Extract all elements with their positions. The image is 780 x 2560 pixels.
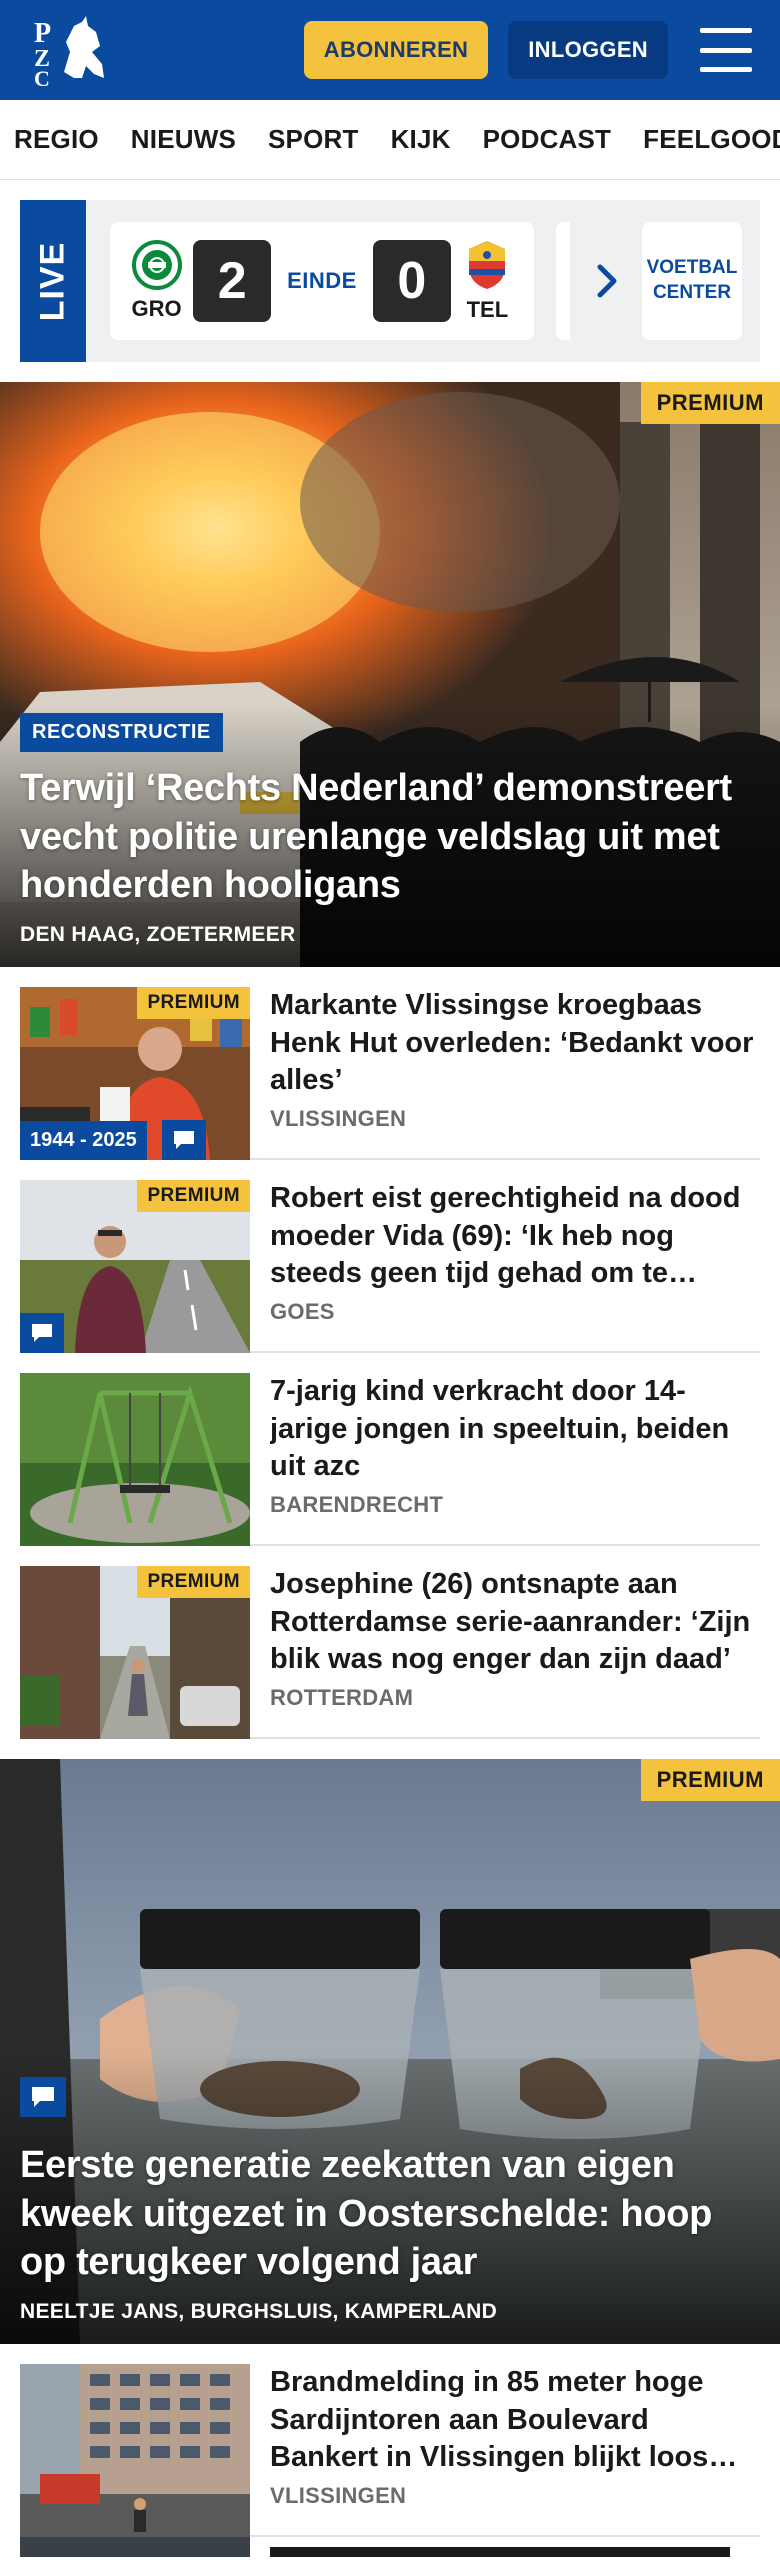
away-team-name: TEL bbox=[466, 297, 509, 322]
article-thumbnail bbox=[20, 2537, 250, 2557]
article-thumbnail: PREMIUM bbox=[20, 1180, 250, 1353]
article-title[interactable]: Robert eist gerechtigheid na dood moeder… bbox=[270, 1180, 760, 1293]
match-card[interactable]: GRO 2 EINDE 0 TEL bbox=[110, 222, 534, 340]
next-match-card[interactable] bbox=[556, 222, 570, 340]
subscribe-button[interactable]: ABONNEREN bbox=[303, 21, 489, 79]
nav-item-regio[interactable]: REGIO bbox=[14, 124, 99, 155]
nav-item-podcast[interactable]: PODCAST bbox=[483, 124, 612, 155]
article-body: 7-jarig kind verkracht door 14-jarige jo… bbox=[250, 1373, 760, 1524]
nav-item-kijk[interactable]: KIJK bbox=[391, 124, 451, 155]
header-actions: ABONNEREN INLOGGEN bbox=[303, 21, 752, 79]
article-body: Brandmelding in 85 meter hoge Sardijntor… bbox=[250, 2364, 760, 2515]
list-item[interactable]: PREMIUM 1944 - 2025 Markante Vlissingse … bbox=[20, 987, 760, 1160]
premium-badge: PREMIUM bbox=[137, 987, 250, 1019]
premium-badge: PREMIUM bbox=[137, 1566, 250, 1598]
article-location: BARENDRECHT bbox=[270, 1492, 444, 1518]
away-team: TEL bbox=[461, 239, 514, 323]
groningen-crest-icon bbox=[131, 240, 182, 290]
svg-text:P: P bbox=[34, 18, 51, 49]
playground-image bbox=[20, 1373, 250, 1546]
article-label: RECONSTRUCTIE bbox=[20, 713, 223, 753]
article-title[interactable]: Markante Vlissingse kroegbaas Henk Hut o… bbox=[270, 987, 760, 1100]
premium-badge: PREMIUM bbox=[137, 1180, 250, 1212]
article-body: Markante Vlissingse kroegbaas Henk Hut o… bbox=[250, 987, 760, 1138]
article-title[interactable]: Brandmelding in 85 meter hoge Sardijntor… bbox=[270, 2364, 760, 2477]
article-title-partial bbox=[270, 2547, 730, 2557]
pzc-logo-icon: P Z C bbox=[34, 16, 104, 88]
away-score: 0 bbox=[372, 240, 451, 322]
article-thumbnail: PREMIUM 1944 - 2025 bbox=[20, 987, 250, 1160]
article-thumbnail bbox=[20, 2364, 250, 2537]
home-score: 2 bbox=[193, 240, 272, 322]
comment-icon bbox=[20, 1313, 64, 1353]
home-team-name: GRO bbox=[131, 296, 182, 321]
pzc-logo[interactable]: P Z C bbox=[30, 12, 110, 88]
feature-article[interactable]: PREMIUM Eerste generatie zeekatten van e… bbox=[0, 1759, 780, 2344]
nav-item-sport[interactable]: SPORT bbox=[268, 124, 359, 155]
comment-icon bbox=[20, 2077, 66, 2117]
article-title[interactable]: 7-jarig kind verkracht door 14-jarige jo… bbox=[270, 1373, 760, 1486]
nav-item-nieuws[interactable]: NIEUWS bbox=[131, 124, 236, 155]
list-item[interactable]: PREMIUM Josephine (26) ontsnapte aan Rot… bbox=[20, 1566, 760, 1739]
lifespan-badge: 1944 - 2025 bbox=[20, 1121, 147, 1160]
hero-location: DEN HAAG, ZOETERMEER bbox=[20, 923, 296, 946]
hero-content: RECONSTRUCTIE Terwijl ‘Rechts Nederland’… bbox=[20, 713, 760, 947]
voetbal-center-link[interactable]: VOETBAL CENTER bbox=[642, 222, 742, 340]
scroll-right-chevron-icon[interactable] bbox=[588, 263, 628, 299]
next-list-item-partial bbox=[20, 2537, 760, 2557]
live-tag: LIVE bbox=[20, 200, 86, 362]
svg-text:C: C bbox=[34, 66, 50, 88]
hero-title[interactable]: Terwijl ‘Rechts Nederland’ demonstreert … bbox=[20, 764, 760, 909]
telstar-crest-icon bbox=[469, 241, 506, 289]
article-list-2: Brandmelding in 85 meter hoge Sardijntor… bbox=[0, 2364, 780, 2537]
hero-article[interactable]: PREMIUM RECONSTRUCTIE Terwijl ‘Rechts Ne… bbox=[0, 382, 780, 967]
premium-badge: PREMIUM bbox=[640, 1759, 780, 1801]
live-scores-strip: LIVE GRO 2 EINDE 0 TEL VOETBAL CENTER bbox=[20, 200, 760, 362]
list-item[interactable]: PREMIUM Robert eist gerechtigheid na doo… bbox=[20, 1180, 760, 1353]
article-location: GOES bbox=[270, 1299, 335, 1325]
article-location: VLISSINGEN bbox=[270, 1106, 407, 1132]
list-item[interactable]: 7-jarig kind verkracht door 14-jarige jo… bbox=[20, 1373, 760, 1546]
article-title[interactable]: Josephine (26) ontsnapte aan Rotterdamse… bbox=[270, 1566, 760, 1679]
article-body: Josephine (26) ontsnapte aan Rotterdamse… bbox=[250, 1566, 760, 1717]
tower-fire-image bbox=[20, 2364, 250, 2537]
site-header: P Z C ABONNEREN INLOGGEN bbox=[0, 0, 780, 100]
feature-location: NEELTJE JANS, BURGHSLUIS, KAMPERLAND bbox=[20, 2300, 498, 2323]
match-status: EINDE bbox=[287, 268, 357, 293]
home-team: GRO bbox=[130, 240, 183, 322]
premium-badge: PREMIUM bbox=[640, 382, 780, 424]
nav-item-feelgood[interactable]: FEELGOOD bbox=[643, 124, 780, 155]
comment-icon bbox=[162, 1120, 206, 1160]
feature-content: Eerste generatie zeekatten van eigen kwe… bbox=[20, 2141, 760, 2324]
feature-title[interactable]: Eerste generatie zeekatten van eigen kwe… bbox=[20, 2141, 760, 2286]
article-thumbnail: PREMIUM bbox=[20, 1566, 250, 1739]
list-item[interactable]: Brandmelding in 85 meter hoge Sardijntor… bbox=[20, 2364, 760, 2537]
article-location: VLISSINGEN bbox=[270, 2483, 407, 2509]
menu-icon[interactable] bbox=[700, 28, 752, 72]
login-button[interactable]: INLOGGEN bbox=[508, 21, 668, 79]
article-body: Robert eist gerechtigheid na dood moeder… bbox=[250, 1180, 760, 1331]
article-location: ROTTERDAM bbox=[270, 1685, 414, 1711]
main-nav: REGIO NIEUWS SPORT KIJK PODCAST FEELGOOD bbox=[0, 100, 780, 180]
article-list: PREMIUM 1944 - 2025 Markante Vlissingse … bbox=[0, 987, 780, 1739]
article-thumbnail bbox=[20, 1373, 250, 1546]
